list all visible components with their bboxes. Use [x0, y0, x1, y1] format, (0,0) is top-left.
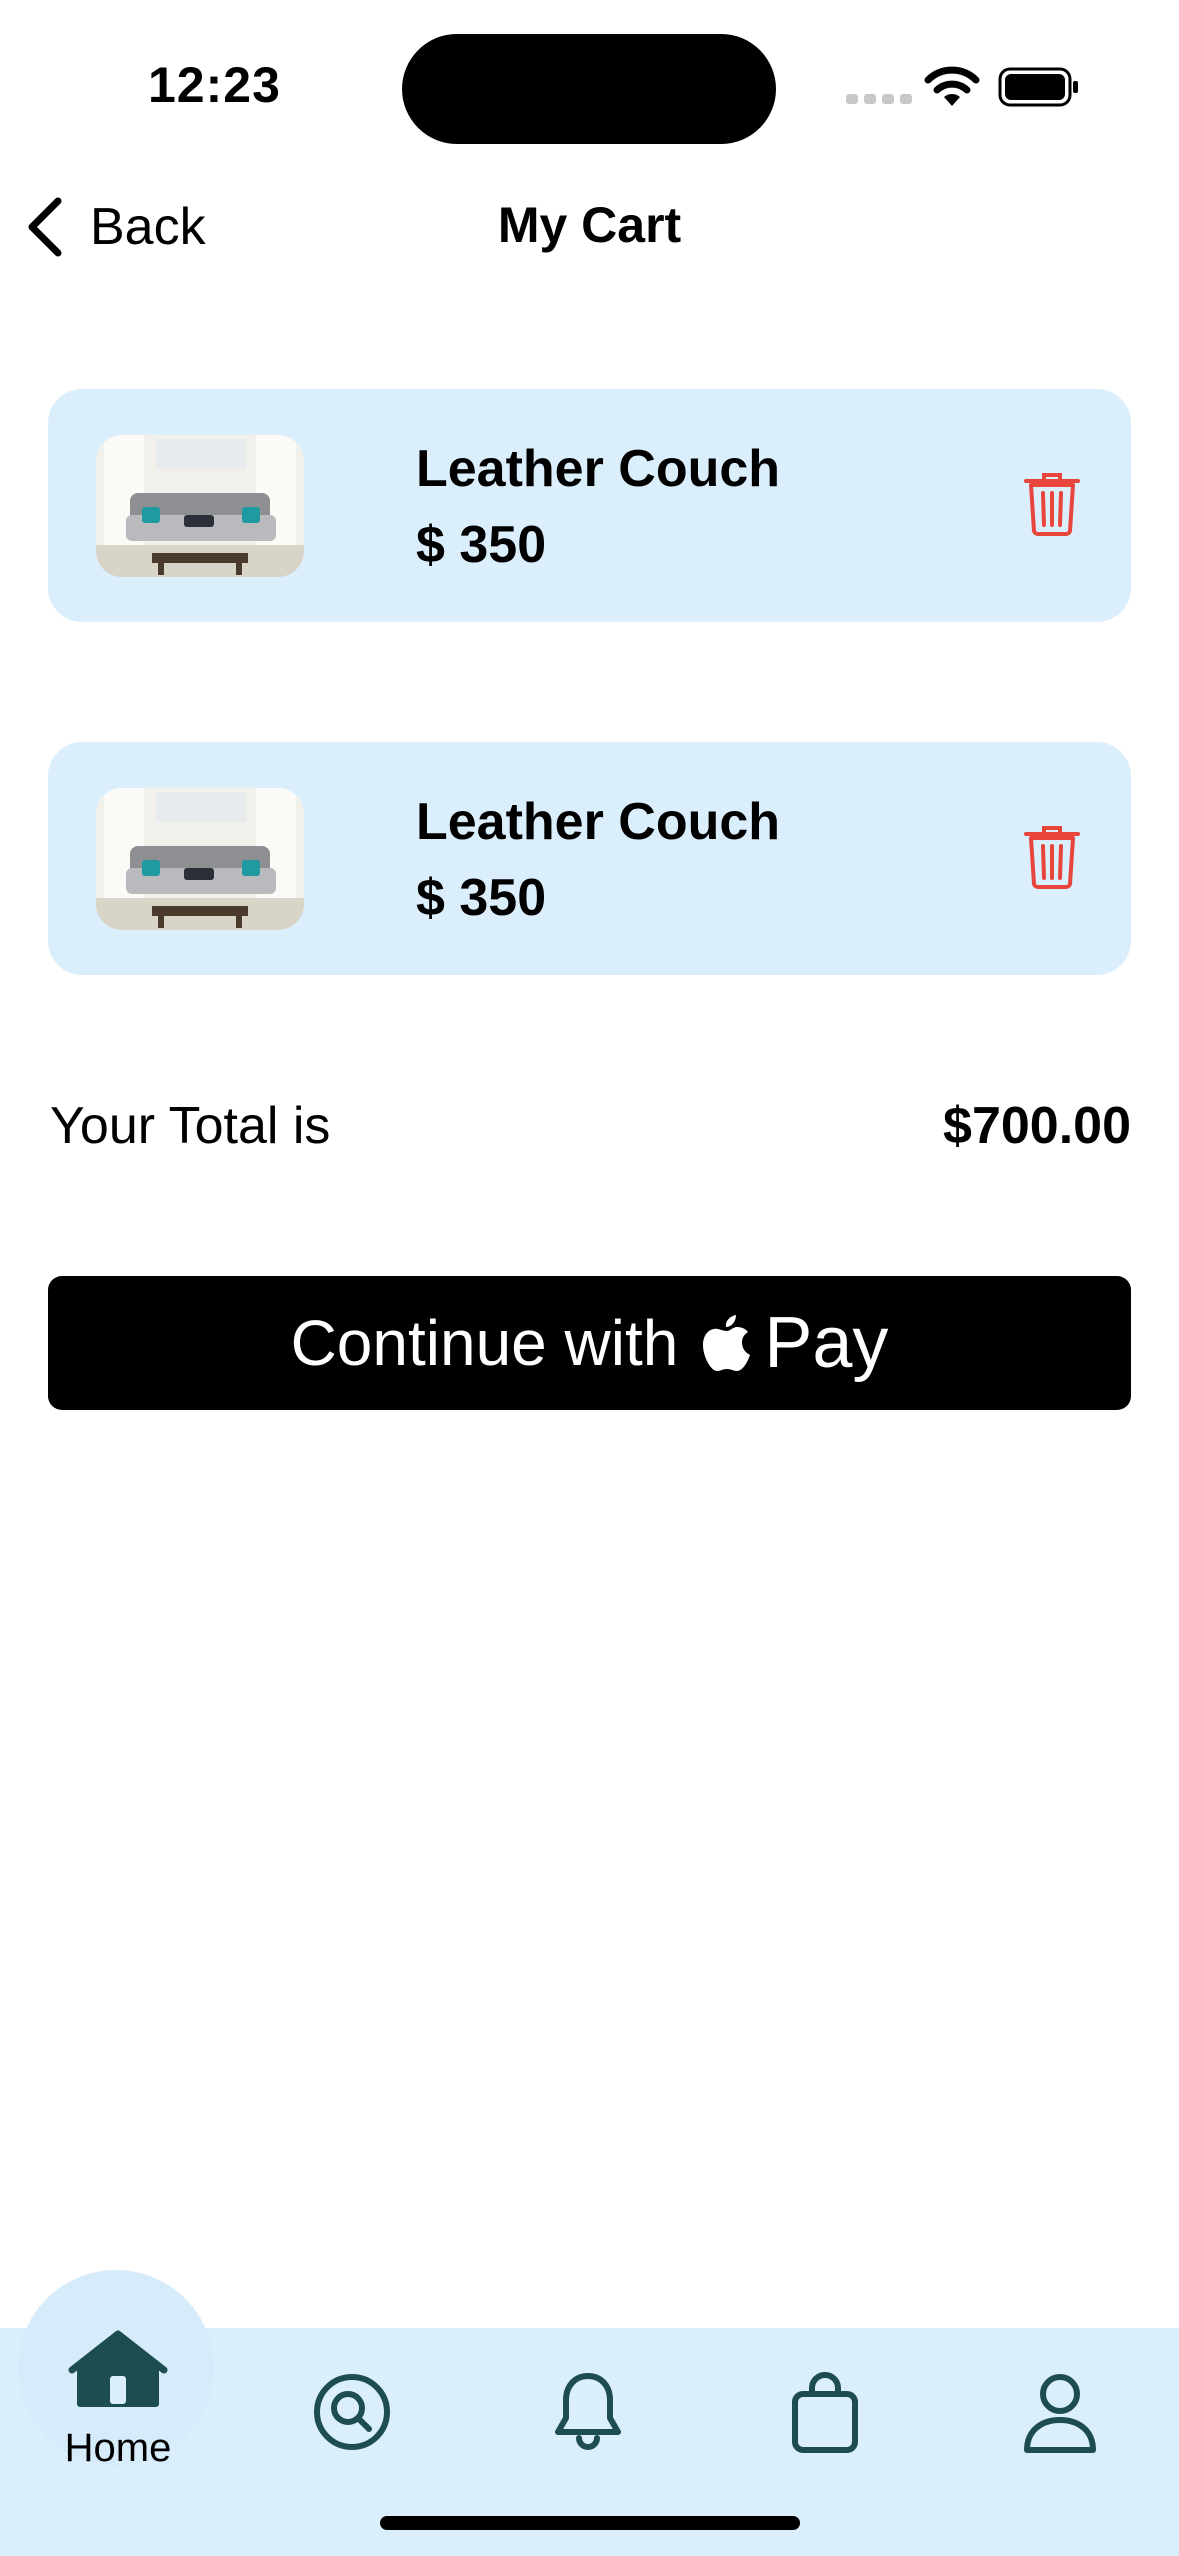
- battery-icon: [998, 67, 1078, 107]
- cellular-signal-icon: [846, 94, 912, 104]
- cart-item: Leather Couch $ 350: [48, 742, 1131, 975]
- pay-wordmark: Pay: [764, 1303, 889, 1383]
- home-icon: [68, 2330, 168, 2407]
- status-time: 12:23: [148, 57, 281, 113]
- tab-home-label: Home: [64, 2426, 172, 2470]
- total-value: $700.00: [943, 1097, 1131, 1155]
- product-image: [96, 788, 304, 930]
- tab-profile[interactable]: [1022, 2372, 1098, 2454]
- tab-home[interactable]: Home: [65, 2330, 171, 2470]
- product-name: Leather Couch: [416, 793, 781, 851]
- product-price: $ 350: [416, 869, 547, 927]
- page-title: My Cart: [497, 197, 682, 253]
- apple-logo-icon: [703, 1315, 751, 1371]
- product-name: Leather Couch: [416, 440, 781, 498]
- product-price: $ 350: [416, 516, 547, 574]
- person-icon: [1024, 2374, 1096, 2453]
- wifi-icon: [924, 66, 980, 106]
- cart-item: Leather Couch $ 350: [48, 389, 1131, 622]
- apple-pay-button[interactable]: Continue with Pay: [48, 1276, 1131, 1410]
- tab-notifications[interactable]: [552, 2370, 624, 2452]
- tab-search[interactable]: [312, 2372, 392, 2452]
- pay-button-label: Continue with: [290, 1307, 679, 1379]
- trash-icon[interactable]: [1022, 471, 1082, 537]
- product-image: [96, 435, 304, 577]
- dynamic-island: [402, 34, 776, 144]
- total-label: Your Total is: [50, 1097, 331, 1155]
- search-icon: [314, 2374, 390, 2450]
- bell-icon: [555, 2373, 621, 2450]
- bag-icon: [792, 2372, 858, 2453]
- home-indicator: [380, 2516, 800, 2530]
- tab-cart[interactable]: [790, 2372, 860, 2454]
- trash-icon[interactable]: [1022, 824, 1082, 890]
